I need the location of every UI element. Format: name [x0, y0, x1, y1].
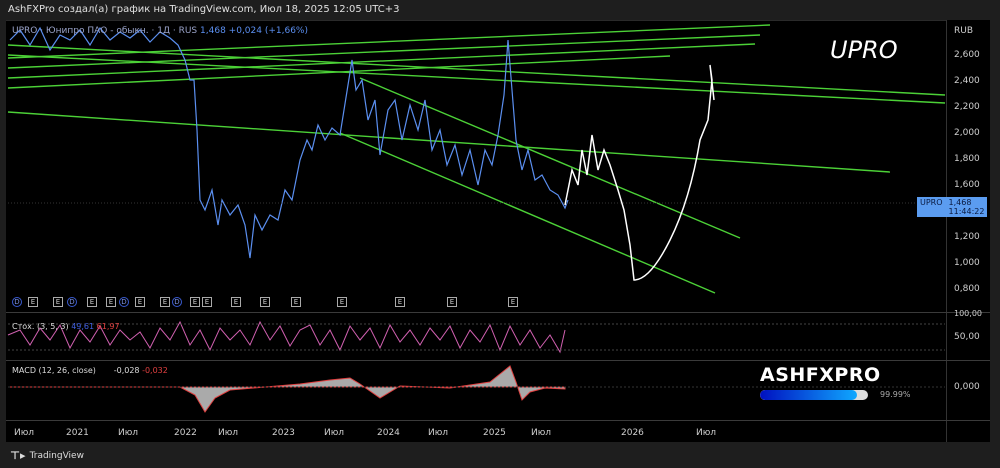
- price-tick: 1,600: [954, 180, 980, 190]
- dividend-marker[interactable]: D: [12, 297, 22, 307]
- time-tick: 2022: [174, 428, 197, 438]
- forecast-arrow: [564, 64, 715, 281]
- macd-value: -0,028: [113, 366, 140, 375]
- watermark-brand: ASHFXPRO: [760, 364, 881, 386]
- time-tick: Июл: [14, 428, 35, 438]
- price-tick: 2,400: [954, 76, 980, 86]
- earnings-marker[interactable]: E: [190, 297, 200, 307]
- footer-brand: TradingView: [29, 450, 84, 461]
- earnings-marker[interactable]: E: [53, 297, 63, 307]
- price-tick: 1,000: [954, 258, 980, 268]
- time-tick: Июл: [696, 428, 717, 438]
- price-tag-value: 1,468: [948, 198, 972, 207]
- progress-label: 99.99%: [880, 390, 911, 399]
- stoch-tick: 50,00: [954, 332, 980, 342]
- watermark-progress: [760, 390, 868, 400]
- pane-divider[interactable]: [6, 360, 990, 361]
- pane-divider: [6, 420, 990, 421]
- dividend-marker[interactable]: D: [67, 297, 77, 307]
- earnings-marker[interactable]: E: [106, 297, 116, 307]
- price-tick: 1,200: [954, 232, 980, 242]
- earnings-marker[interactable]: E: [337, 297, 347, 307]
- macd-signal-value: -0,032: [142, 366, 168, 375]
- earnings-marker[interactable]: E: [202, 297, 212, 307]
- time-tick: Июл: [324, 428, 345, 438]
- time-tick: 2025: [483, 428, 506, 438]
- price-tick: 2,200: [954, 102, 980, 112]
- time-tick: Июл: [218, 428, 239, 438]
- last-price: 1,468: [200, 26, 226, 36]
- earnings-marker[interactable]: E: [135, 297, 145, 307]
- earnings-marker[interactable]: E: [87, 297, 97, 307]
- macd-legend: MACD (12, 26, close) -0,028 -0,032: [12, 366, 168, 375]
- progress-fill: [760, 390, 858, 400]
- earnings-marker[interactable]: E: [231, 297, 241, 307]
- dividend-marker[interactable]: D: [172, 297, 182, 307]
- tradingview-logo-icon: ⊤▸: [10, 449, 26, 462]
- bar-countdown: 11:44:22: [948, 207, 985, 216]
- stoch-label: Стох. (3, 5, 3): [12, 322, 69, 331]
- stoch-d-value: 61,97: [96, 322, 120, 331]
- time-tick: 2024: [377, 428, 400, 438]
- symbol-legend: UPRO · Юнипро ПАО - обыкн. · 1Д · RUS 1,…: [12, 26, 308, 36]
- price-tick: 0,800: [954, 284, 980, 294]
- price-change: +0,024 (+1,66%): [228, 26, 308, 36]
- symbol-name: UPRO · Юнипро ПАО - обыкн. · 1Д · RUS: [12, 26, 198, 36]
- earnings-marker[interactable]: E: [28, 297, 38, 307]
- price-line: [9, 26, 569, 259]
- time-tick: Июл: [428, 428, 449, 438]
- price-tag-symbol: UPRO: [920, 198, 943, 207]
- currency-label: RUB: [954, 26, 974, 36]
- earnings-marker[interactable]: E: [508, 297, 518, 307]
- time-tick: 2023: [272, 428, 295, 438]
- stoch-legend: Стох. (3, 5, 3) 49,61 61,97: [12, 322, 120, 331]
- chart-annotation: UPRO: [830, 36, 898, 64]
- footer: ⊤▸ TradingView: [10, 449, 84, 462]
- earnings-marker[interactable]: E: [291, 297, 301, 307]
- price-tick: 2,600: [954, 50, 980, 60]
- pane-divider[interactable]: [6, 312, 990, 313]
- stoch-tick: 100,00: [954, 309, 982, 318]
- macd-label: MACD (12, 26, close): [12, 366, 96, 375]
- time-tick: Июл: [118, 428, 139, 438]
- price-tag: UPRO 1,468 11:44:22: [917, 197, 988, 217]
- earnings-marker[interactable]: E: [160, 297, 170, 307]
- time-tick: Июл: [531, 428, 552, 438]
- stoch-k-value: 49,61: [71, 322, 95, 331]
- earnings-marker[interactable]: E: [260, 297, 270, 307]
- trend-lines: [7, 24, 946, 294]
- time-tick: 2021: [66, 428, 89, 438]
- price-tick: 2,000: [954, 128, 980, 138]
- earnings-marker[interactable]: E: [447, 297, 457, 307]
- price-tick: 1,800: [954, 154, 980, 164]
- dividend-marker[interactable]: D: [119, 297, 129, 307]
- earnings-marker[interactable]: E: [395, 297, 405, 307]
- time-tick: 2026: [621, 428, 644, 438]
- macd-tick: 0,000: [954, 382, 980, 392]
